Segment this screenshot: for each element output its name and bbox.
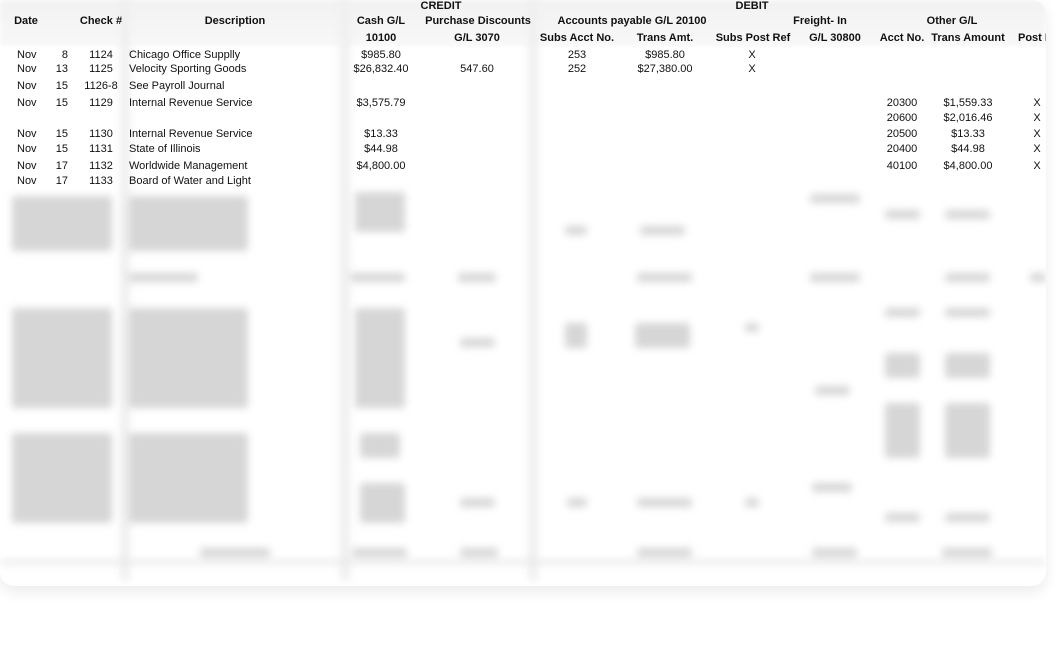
cash-cell: $4,800.00 [356, 160, 406, 172]
check-number-cell: 1124 [89, 49, 113, 61]
check-number-cell: 1133 [89, 175, 113, 187]
post-ref-cell: X [1033, 97, 1041, 109]
description-cell: Board of Water and Light [129, 175, 251, 187]
other-gl-header: Other G/L [926, 15, 978, 27]
cash-cell: $3,575.79 [356, 97, 406, 109]
check-number-cell: 1131 [89, 143, 113, 155]
description-cell: Worldwide Management [129, 160, 248, 172]
discount-cell: 547.60 [460, 63, 494, 75]
trans-amt-header: Trans Amt. [636, 32, 694, 44]
description-cell: Internal Revenue Service [129, 97, 253, 109]
description-cell: Chicago Office Supplly [129, 49, 241, 61]
subs-acct-cell: 253 [567, 49, 587, 61]
acct-no-cell: 20400 [886, 143, 918, 155]
post-ref-cell: X [1033, 160, 1041, 172]
cash-gl-header: Cash G/L [356, 15, 406, 27]
check-number-cell: 1129 [89, 97, 113, 109]
purchase-discounts-number: G/L 3070 [454, 32, 500, 44]
cash-cell: $13.33 [364, 128, 398, 140]
trans-amt-cell: $27,380.00 [637, 63, 693, 75]
trans-amount-cell: $44.98 [951, 143, 985, 155]
post-ref-cell: X [1033, 128, 1041, 140]
description-cell: Velocity Sporting Goods [129, 63, 247, 75]
trans-amount-cell: $1,559.33 [943, 97, 993, 109]
cash-payments-journal: CREDIT DEBIT Date Check # Description Ca… [0, 0, 1046, 586]
cash-cell: $26,832.40 [353, 63, 409, 75]
day-cell: 15 [55, 128, 68, 140]
month-cell: Nov [17, 143, 37, 155]
description-cell: Internal Revenue Service [129, 128, 253, 140]
trans-amount-cell: $13.33 [951, 128, 985, 140]
freight-in-header: Freight- In [793, 15, 847, 27]
month-cell: Nov [17, 97, 37, 109]
cash-cell: $985.80 [361, 49, 401, 61]
acct-no-header: Acct No. [879, 32, 925, 44]
day-cell: 17 [55, 160, 68, 172]
date-header: Date [14, 15, 38, 27]
subs-post-ref-cell: X [748, 49, 756, 61]
month-cell: Nov [17, 80, 37, 92]
accounts-payable-header: Accounts payable G/L 20100 [557, 15, 707, 27]
day-cell: 13 [55, 63, 68, 75]
month-cell: Nov [17, 175, 37, 187]
trans-amt-cell: $985.80 [645, 49, 685, 61]
subs-acct-cell: 252 [567, 63, 587, 75]
description-header: Description [204, 15, 266, 27]
freight-gl-header: G/L 30800 [809, 32, 861, 44]
check-number-cell: 1126-8 [84, 80, 118, 92]
cash-cell: $44.98 [364, 143, 398, 155]
post-ref-cell: X [1033, 143, 1041, 155]
subs-post-ref-cell: X [748, 63, 756, 75]
post-ref-cell: X [1033, 112, 1041, 124]
trans-amount-header: Trans Amount [931, 32, 1005, 44]
blurred-content [0, 188, 1046, 583]
month-cell: Nov [17, 49, 37, 61]
post-ref-header: Post R [1018, 32, 1046, 44]
check-number-cell: 1130 [89, 128, 113, 140]
subs-post-ref-header: Subs Post Ref [715, 32, 791, 44]
day-cell: 15 [55, 97, 68, 109]
day-cell: 8 [61, 49, 68, 61]
trans-amount-cell: $2,016.46 [943, 112, 993, 124]
acct-no-cell: 20300 [886, 97, 918, 109]
acct-no-cell: 40100 [886, 160, 918, 172]
day-cell: 15 [55, 143, 68, 155]
month-cell: Nov [17, 63, 37, 75]
description-cell: See Payroll Journal [129, 80, 225, 92]
acct-no-cell: 20500 [886, 128, 918, 140]
day-cell: 15 [55, 80, 68, 92]
subs-acct-header: Subs Acct No. [539, 32, 615, 44]
purchase-discounts-header: Purchase Discounts [425, 15, 531, 27]
check-header: Check # [79, 15, 123, 27]
description-cell: State of Illinois [129, 143, 201, 155]
credit-header: CREDIT [420, 0, 462, 12]
trans-amount-cell: $4,800.00 [943, 160, 993, 172]
month-cell: Nov [17, 160, 37, 172]
cash-gl-number: 10100 [365, 32, 397, 44]
check-number-cell: 1125 [89, 63, 113, 75]
check-number-cell: 1132 [89, 160, 113, 172]
day-cell: 17 [55, 175, 68, 187]
debit-header: DEBIT [735, 0, 769, 12]
month-cell: Nov [17, 128, 37, 140]
acct-no-cell: 20600 [886, 112, 918, 124]
